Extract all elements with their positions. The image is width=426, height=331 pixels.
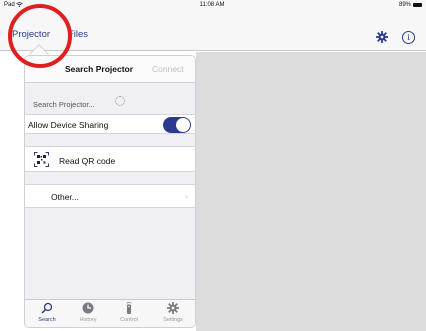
info-icon[interactable]: i xyxy=(402,31,415,44)
status-device: Pad xyxy=(4,2,24,9)
chevron-right-icon: › xyxy=(185,191,188,201)
battery-icon xyxy=(413,3,422,7)
remote-icon xyxy=(126,302,132,314)
gear-icon[interactable] xyxy=(376,31,388,43)
qr-code-icon xyxy=(34,152,49,167)
tab-control-label: Control xyxy=(120,317,138,323)
tab-settings[interactable]: Settings xyxy=(153,302,193,323)
status-time: 11:08 AM xyxy=(199,2,225,8)
search-icon xyxy=(41,302,53,314)
search-projector-popover: Search Projector Connect Search Projecto… xyxy=(24,55,196,328)
highlight-circle xyxy=(8,4,72,68)
status-bar: Pad 11:08 AM 89% xyxy=(0,0,426,11)
device-sharing-row: Allow Device Sharing xyxy=(25,114,195,134)
tab-history[interactable]: History xyxy=(68,302,108,323)
popover-tab-bar: Search History Control Settings xyxy=(25,299,195,327)
device-sharing-label: Allow Device Sharing xyxy=(28,120,109,130)
read-qr-code-label: Read QR code xyxy=(59,156,116,166)
gear-icon xyxy=(167,302,179,314)
other-label: Other... xyxy=(51,192,79,202)
tab-search-label: Search xyxy=(38,317,56,323)
status-battery: 89% xyxy=(399,2,422,8)
toggle-knob xyxy=(176,118,190,132)
searching-label: Search Projector... xyxy=(33,100,95,109)
connect-button[interactable]: Connect xyxy=(152,64,184,74)
spinner-icon xyxy=(115,96,125,106)
device-sharing-toggle[interactable] xyxy=(163,117,191,133)
tab-search[interactable]: Search xyxy=(27,302,67,323)
tab-settings-label: Settings xyxy=(163,317,183,323)
device-label: Pad xyxy=(4,2,15,9)
other-row[interactable]: Other... › xyxy=(25,184,195,208)
content-area xyxy=(196,52,426,331)
wifi-icon xyxy=(16,2,24,7)
tab-history-label: History xyxy=(79,317,97,323)
popover-title: Search Projector xyxy=(65,64,134,74)
clock-icon xyxy=(82,302,94,314)
battery-percent: 89% xyxy=(398,2,411,8)
read-qr-code-row[interactable]: Read QR code xyxy=(25,146,195,172)
tab-control[interactable]: Control xyxy=(109,302,149,323)
